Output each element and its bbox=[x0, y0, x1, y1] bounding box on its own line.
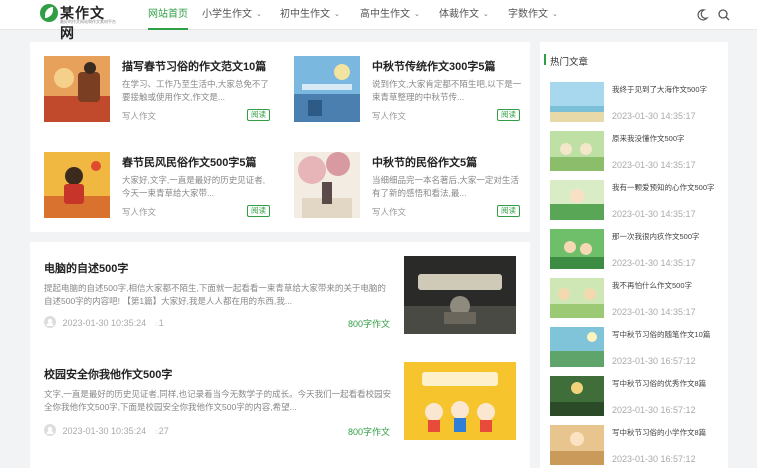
hot-article-date: 2023-01-30 14:35:17 bbox=[612, 111, 696, 121]
article-category[interactable]: 写人作文 bbox=[122, 206, 156, 218]
post-title[interactable]: 校园安全你我他作文500字 bbox=[44, 366, 172, 382]
post-list-panel: 电脑的自述500字 提起电脑的自述500字,相信大家都不陌生,下面就一起看看一束… bbox=[30, 242, 530, 468]
nav-label: 高中生作文 bbox=[360, 9, 410, 20]
site-logo[interactable]: 某作文网 最好的作文网站和作文素材平台 bbox=[40, 3, 116, 41]
nav-label: 网站首页 bbox=[148, 9, 188, 20]
search-icon[interactable] bbox=[716, 7, 732, 23]
post-thumbnail[interactable] bbox=[404, 362, 516, 440]
hot-article-title[interactable]: 原来我没懂作文500字 bbox=[612, 133, 722, 144]
post-meta: 2023-01-30 10:35:24 ◌1 bbox=[44, 316, 164, 328]
post-category[interactable]: 800字作文 bbox=[348, 425, 390, 438]
top-navigation-bar: 某作文网 最好的作文网站和作文素材平台 网站首页 小学生作文 ⌄ 初中生作文 ⌄ 高… bbox=[0, 0, 757, 41]
hot-article-date: 2023-01-30 16:57:12 bbox=[612, 454, 696, 464]
article-title[interactable]: 中秋节的民俗作文5篇 bbox=[372, 154, 477, 170]
chevron-down-icon: ⌄ bbox=[334, 11, 340, 18]
hot-article-thumbnail[interactable] bbox=[550, 425, 604, 465]
avatar-icon bbox=[44, 424, 56, 436]
hot-article-title[interactable]: 写中秋节习俗的小学作文8篇 bbox=[612, 427, 722, 438]
hot-article-date: 2023-01-30 14:35:17 bbox=[612, 258, 696, 268]
post-excerpt: 提起电脑的自述500字,相信大家都不陌生,下面就一起看看一束青草给大家带来的关于… bbox=[44, 283, 386, 306]
read-badge[interactable]: 阅读 bbox=[247, 205, 270, 217]
article-category[interactable]: 写人作文 bbox=[372, 206, 406, 218]
comment-count: 1 bbox=[158, 318, 164, 328]
article-thumbnail[interactable] bbox=[44, 56, 110, 122]
avatar-icon bbox=[44, 316, 56, 328]
hot-article-thumbnail[interactable] bbox=[550, 376, 604, 416]
hot-article-date: 2023-01-30 16:57:12 bbox=[612, 405, 696, 415]
nav-label: 字数作文 bbox=[508, 9, 548, 20]
article-title[interactable]: 春节民风民俗作文500字5篇 bbox=[122, 154, 256, 170]
nav-item-primary-school[interactable]: 小学生作文 ⌄ bbox=[202, 0, 262, 30]
read-badge[interactable]: 阅读 bbox=[247, 109, 270, 121]
nav-label: 初中生作文 bbox=[280, 9, 330, 20]
featured-card[interactable]: 描写春节习俗的作文范文10篇 在学习、工作乃至生活中,大家总免不了要接触或使用作… bbox=[44, 56, 274, 136]
nav-item-home[interactable]: 网站首页 bbox=[148, 0, 188, 30]
hot-article-title[interactable]: 我有一颗爱预知的心作文500字 bbox=[612, 182, 722, 193]
featured-panel: 描写春节习俗的作文范文10篇 在学习、工作乃至生活中,大家总免不了要接触或使用作… bbox=[30, 42, 530, 232]
post-title[interactable]: 电脑的自述500字 bbox=[44, 260, 128, 276]
hot-article-date: 2023-01-30 14:35:17 bbox=[612, 160, 696, 170]
sidebar-heading: 热门文章 bbox=[543, 54, 588, 68]
moon-icon[interactable] bbox=[694, 7, 710, 23]
hot-articles-sidebar: 热门文章 我终于见到了大海作文500字 2023-01-30 14:35:17 … bbox=[540, 42, 728, 468]
site-subtitle: 最好的作文网站和作文素材平台 bbox=[60, 19, 116, 24]
hot-article-item[interactable]: 写中秋节习俗的优秀作文8篇 2023-01-30 16:57:12 bbox=[550, 376, 720, 418]
read-badge[interactable]: 阅读 bbox=[497, 205, 520, 217]
post-date: 2023-01-30 10:35:24 bbox=[62, 318, 147, 328]
hot-article-thumbnail[interactable] bbox=[550, 180, 604, 220]
chevron-down-icon: ⌄ bbox=[256, 11, 262, 18]
chevron-down-icon: ⌄ bbox=[483, 11, 489, 18]
article-excerpt: 说到作文,大家肯定都不陌生吧,以下是一束青草整理的中秋节传... bbox=[372, 79, 522, 102]
hot-article-title[interactable]: 我不再怕什么作文500字 bbox=[612, 280, 722, 291]
read-badge[interactable]: 阅读 bbox=[497, 109, 520, 121]
article-excerpt: 当细细品完一本名著后,大家一定对生活有了新的感悟和看法,最... bbox=[372, 175, 519, 198]
hot-article-item[interactable]: 那一次我很内疚作文500字 2023-01-30 14:35:17 bbox=[550, 229, 720, 271]
hot-article-title[interactable]: 那一次我很内疚作文500字 bbox=[612, 231, 722, 242]
article-thumbnail[interactable] bbox=[294, 56, 360, 122]
article-excerpt: 大家好,文字,一直是最好的历史见证者,今天一束青草给大家带... bbox=[122, 175, 266, 198]
post-date: 2023-01-30 10:35:24 bbox=[62, 426, 147, 436]
article-title[interactable]: 描写春节习俗的作文范文10篇 bbox=[122, 58, 266, 74]
hot-article-title[interactable]: 写中秋节习俗的随笔作文10篇 bbox=[612, 329, 722, 340]
featured-card[interactable]: 中秋节传统作文300字5篇 说到作文,大家肯定都不陌生吧,以下是一束青草整理的中… bbox=[294, 56, 524, 136]
hot-article-item[interactable]: 原来我没懂作文500字 2023-01-30 14:35:17 bbox=[550, 131, 720, 173]
nav-item-senior-school[interactable]: 高中生作文 ⌄ bbox=[360, 0, 420, 30]
post-meta: 2023-01-30 10:35:24 ◌27 bbox=[44, 424, 169, 436]
hot-article-thumbnail[interactable] bbox=[550, 327, 604, 367]
article-title[interactable]: 中秋节传统作文300字5篇 bbox=[372, 58, 495, 74]
hot-article-title[interactable]: 我终于见到了大海作文500字 bbox=[612, 84, 722, 95]
hot-article-item[interactable]: 我有一颗爱预知的心作文500字 2023-01-30 14:35:17 bbox=[550, 180, 720, 222]
article-category[interactable]: 写人作文 bbox=[372, 110, 406, 122]
post-thumbnail[interactable] bbox=[404, 256, 516, 334]
chevron-down-icon: ⌄ bbox=[414, 11, 420, 18]
hot-article-date: 2023-01-30 14:35:17 bbox=[612, 209, 696, 219]
hot-article-thumbnail[interactable] bbox=[550, 278, 604, 318]
hot-article-date: 2023-01-30 16:57:12 bbox=[612, 356, 696, 366]
featured-card[interactable]: 中秋节的民俗作文5篇 当细细品完一本名著后,大家一定对生活有了新的感悟和看法,最… bbox=[294, 152, 524, 232]
nav-item-word-count[interactable]: 字数作文 ⌄ bbox=[508, 0, 558, 30]
hot-article-item[interactable]: 写中秋节习俗的小学作文8篇 2023-01-30 16:57:12 bbox=[550, 425, 720, 467]
hot-article-title[interactable]: 写中秋节习俗的优秀作文8篇 bbox=[612, 378, 722, 389]
leaf-logo-icon bbox=[40, 4, 58, 22]
nav-label: 小学生作文 bbox=[202, 9, 252, 20]
hot-article-thumbnail[interactable] bbox=[550, 229, 604, 269]
chevron-down-icon: ⌄ bbox=[552, 11, 558, 18]
post-category[interactable]: 800字作文 bbox=[348, 317, 390, 330]
nav-label: 体裁作文 bbox=[439, 9, 479, 20]
nav-item-genre[interactable]: 体裁作文 ⌄ bbox=[439, 0, 489, 30]
nav-item-junior-school[interactable]: 初中生作文 ⌄ bbox=[280, 0, 340, 30]
hot-article-date: 2023-01-30 14:35:17 bbox=[612, 307, 696, 317]
hot-article-item[interactable]: 写中秋节习俗的随笔作文10篇 2023-01-30 16:57:12 bbox=[550, 327, 720, 369]
hot-article-item[interactable]: 我终于见到了大海作文500字 2023-01-30 14:35:17 bbox=[550, 82, 720, 124]
comment-count: 27 bbox=[158, 426, 169, 436]
article-category[interactable]: 写人作文 bbox=[122, 110, 156, 122]
post-excerpt: 文字,一直是最好的历史见证者,同样,也记录着当今无数学子的成长。今天我们一起看看… bbox=[44, 389, 392, 412]
hot-article-thumbnail[interactable] bbox=[550, 82, 604, 122]
hot-article-item[interactable]: 我不再怕什么作文500字 2023-01-30 14:35:17 bbox=[550, 278, 720, 320]
featured-card[interactable]: 春节民风民俗作文500字5篇 大家好,文字,一直是最好的历史见证者,今天一束青草… bbox=[44, 152, 274, 232]
article-thumbnail[interactable] bbox=[44, 152, 110, 218]
article-thumbnail[interactable] bbox=[294, 152, 360, 218]
hot-article-thumbnail[interactable] bbox=[550, 131, 604, 171]
article-excerpt: 在学习、工作乃至生活中,大家总免不了要接触或使用作文,作文是... bbox=[122, 79, 269, 102]
